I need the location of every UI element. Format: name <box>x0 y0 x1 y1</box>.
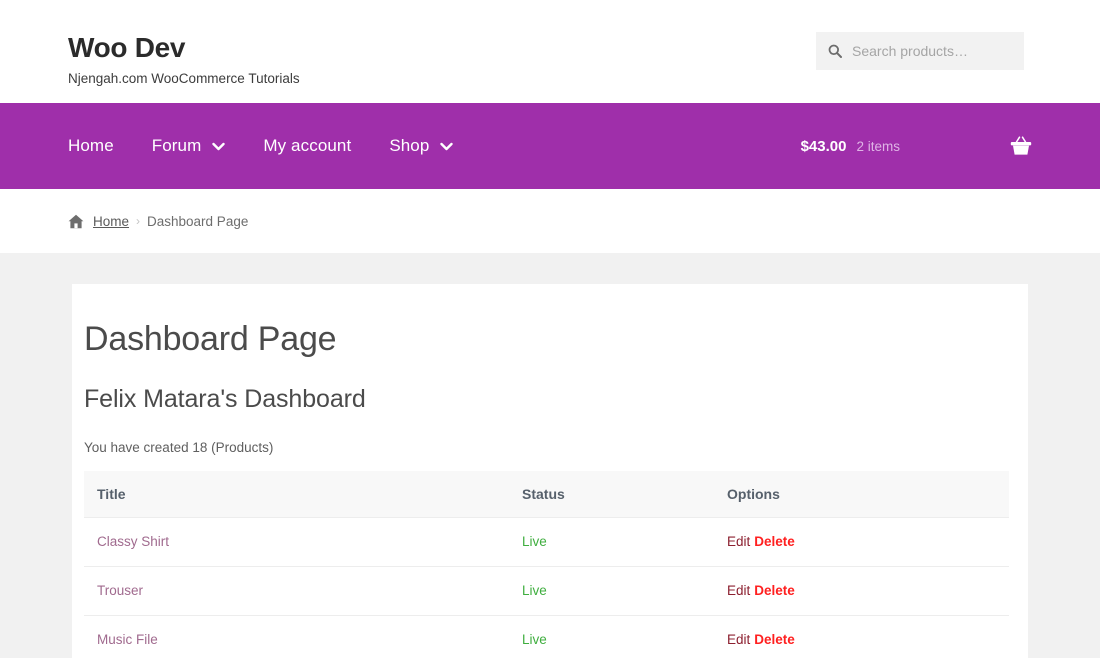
nav-item-my-account[interactable]: My account <box>263 135 351 157</box>
breadcrumb-separator: › <box>136 214 141 228</box>
home-icon <box>68 214 84 229</box>
breadcrumb: Home › Dashboard Page <box>68 214 248 229</box>
status-badge: Live <box>522 534 547 549</box>
table-row: Classy Shirt Live Edit Delete <box>84 517 1009 567</box>
products-table: Title Status Options Classy Shirt Live E… <box>84 471 1009 658</box>
site-header: Woo Dev Njengah.com WooCommerce Tutorial… <box>0 0 1100 103</box>
site-branding[interactable]: Woo Dev Njengah.com WooCommerce Tutorial… <box>68 31 300 89</box>
table-row: Music File Live Edit Delete <box>84 615 1009 658</box>
chevron-down-icon[interactable] <box>440 142 454 151</box>
cart-items-count: 2 items <box>856 138 900 154</box>
edit-link[interactable]: Edit <box>727 632 750 647</box>
breadcrumb-current-page: Dashboard Page <box>147 213 249 229</box>
cell-options: Edit Delete <box>714 615 1009 658</box>
chevron-down-icon[interactable] <box>212 142 226 151</box>
column-header-options: Options <box>714 471 1009 518</box>
cell-title: Music File <box>84 615 509 658</box>
cell-options: Edit Delete <box>714 517 1009 567</box>
products-count-text: You have created 18 (Products) <box>84 440 274 455</box>
cell-status: Live <box>509 566 714 616</box>
breadcrumb-link-home[interactable]: Home <box>93 214 129 229</box>
nav-link-label: Shop <box>389 136 430 155</box>
page-title: Dashboard Page <box>84 320 337 358</box>
primary-navigation: Home Forum My account Shop $43.00 2 item… <box>0 103 1100 189</box>
cell-status: Live <box>509 615 714 658</box>
site-title: Woo Dev <box>68 32 186 63</box>
dashboard-card-inner: Dashboard Page Felix Matara's Dashboard … <box>84 317 1009 658</box>
status-badge: Live <box>522 583 547 598</box>
status-badge: Live <box>522 632 547 647</box>
product-title-link[interactable]: Music File <box>97 632 158 647</box>
nav-link-label: Home <box>68 136 114 155</box>
search-icon <box>828 44 842 58</box>
delete-link[interactable]: Delete <box>754 534 795 549</box>
nav-link-label: My account <box>263 136 352 155</box>
column-header-status: Status <box>509 471 714 518</box>
nav-link-label: Forum <box>151 136 202 155</box>
content-area: Dashboard Page Felix Matara's Dashboard … <box>0 253 1100 658</box>
products-table-body: Classy Shirt Live Edit Delete Trouser Li… <box>84 517 1009 658</box>
cell-title: Trouser <box>84 566 509 616</box>
edit-link[interactable]: Edit <box>727 583 750 598</box>
products-table-head: Title Status Options <box>84 471 1009 518</box>
nav-item-shop[interactable]: Shop <box>389 135 454 157</box>
product-title-link[interactable]: Classy Shirt <box>97 534 169 549</box>
product-search-box[interactable] <box>816 32 1024 70</box>
site-tagline: Njengah.com WooCommerce Tutorials <box>68 71 300 86</box>
delete-link[interactable]: Delete <box>754 583 795 598</box>
cell-status: Live <box>509 517 714 567</box>
edit-link[interactable]: Edit <box>727 534 750 549</box>
dashboard-card: Dashboard Page Felix Matara's Dashboard … <box>72 284 1028 658</box>
cell-options: Edit Delete <box>714 566 1009 616</box>
nav-list: Home Forum My account Shop <box>68 103 491 189</box>
table-header-row: Title Status Options <box>84 471 1009 518</box>
breadcrumb-bar: Home › Dashboard Page <box>0 189 1100 253</box>
shopping-basket-icon[interactable] <box>1010 136 1032 156</box>
nav-item-home[interactable]: Home <box>68 135 114 157</box>
product-title-link[interactable]: Trouser <box>97 583 143 598</box>
delete-link[interactable]: Delete <box>754 632 795 647</box>
nav-item-forum[interactable]: Forum <box>152 135 226 157</box>
table-row: Trouser Live Edit Delete <box>84 566 1009 616</box>
cart-total-amount: $43.00 <box>800 137 847 155</box>
dashboard-subtitle: Felix Matara's Dashboard <box>84 385 366 413</box>
cart-summary[interactable]: $43.00 2 items <box>801 103 1032 189</box>
cell-title: Classy Shirt <box>84 517 509 567</box>
column-header-title: Title <box>84 471 509 518</box>
search-input[interactable] <box>852 32 1012 70</box>
